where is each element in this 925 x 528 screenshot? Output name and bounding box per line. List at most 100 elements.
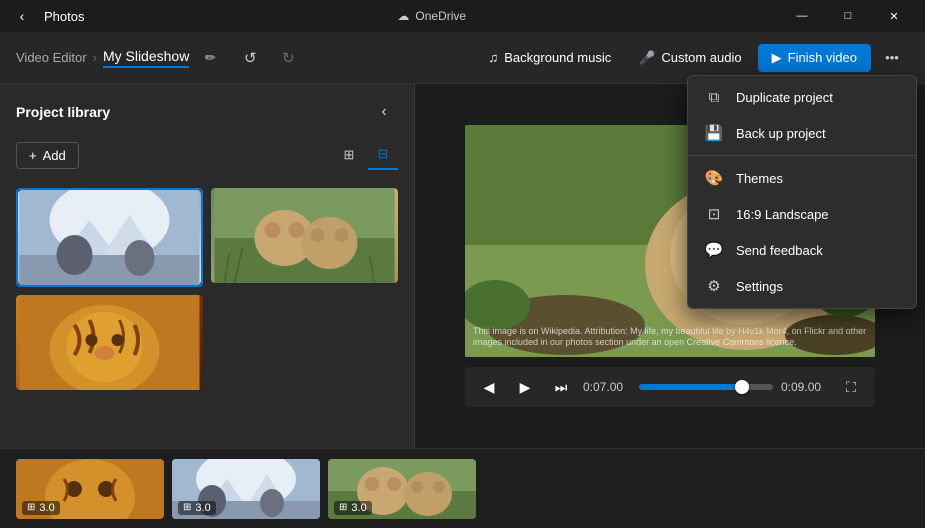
undo-button[interactable]: ↺ (233, 41, 267, 75)
media-thumb-tiger[interactable] (16, 295, 203, 390)
settings-icon: ⚙ (704, 277, 724, 295)
fullscreen-icon: ⛶ (846, 379, 856, 396)
progress-thumb[interactable] (735, 380, 749, 394)
cloud-icon: ☁ (397, 9, 409, 23)
sidebar: Project library ‹ + Add ⊞ ⊟ (0, 84, 415, 448)
undo-icon: ↺ (244, 49, 257, 67)
backup-label: Back up project (736, 126, 826, 141)
themes-icon: 🎨 (704, 169, 724, 187)
tl-cubs-icon: ⊞ (339, 502, 347, 513)
timeline-cubs-label: ⊞ 3.0 (334, 501, 372, 515)
playback-controls: ◀ ▶ ⏭ 0:07.00 0:09.00 ⛶ (465, 367, 875, 407)
finish-icon: ▶ (772, 50, 782, 66)
edit-name-button[interactable]: ✏ (195, 43, 225, 73)
play-icon: ▶ (520, 379, 531, 396)
media-thumb-wolves[interactable] (16, 188, 203, 287)
timeline-wolves-label: ⊞ 3.0 (178, 501, 216, 515)
toolbar-left: Video Editor › My Slideshow ✏ (16, 43, 225, 73)
minimize-button[interactable]: — (779, 0, 825, 32)
media-grid (0, 180, 414, 398)
tl-wolves-duration: 3.0 (195, 502, 210, 514)
wolves-svg (18, 190, 201, 285)
duplicate-icon: ⧉ (704, 89, 724, 106)
title-bar-right: — □ ✕ (779, 0, 917, 32)
themes-label: Themes (736, 171, 783, 186)
tl-tiger-icon: ⊞ (27, 502, 35, 513)
next-frame-icon: ⏭ (555, 379, 568, 396)
timeline-item-tiger[interactable]: ⊞ 3.0 (16, 459, 164, 519)
current-time: 0:07.00 (583, 380, 631, 394)
collapse-sidebar-button[interactable]: ‹ (370, 98, 398, 126)
cubs-thumbnail (211, 188, 398, 283)
dropdown-menu: ⧉ Duplicate project 💾 Back up project 🎨 … (687, 75, 917, 309)
timeline-item-wolves[interactable]: ⊞ 3.0 (172, 459, 320, 519)
view-small-icon: ⊟ (378, 146, 389, 162)
collapse-icon: ‹ (381, 103, 386, 121)
sidebar-title: Project library (16, 104, 110, 120)
pencil-icon: ✏ (205, 50, 216, 66)
breadcrumb-parent[interactable]: Video Editor (16, 50, 87, 65)
more-options-button[interactable]: ••• (875, 41, 909, 75)
view-large-button[interactable]: ⊞ (334, 140, 364, 170)
custom-audio-button[interactable]: 🎤 Custom audio (627, 44, 753, 72)
project-name[interactable]: My Slideshow (103, 48, 189, 68)
tl-tiger-duration: 3.0 (39, 502, 54, 514)
play-button[interactable]: ▶ (511, 373, 539, 401)
custom-audio-label: Custom audio (661, 50, 741, 65)
more-icon: ••• (885, 50, 899, 65)
tl-wolves-icon: ⊞ (183, 502, 191, 513)
wolves-thumbnail (18, 190, 201, 285)
finish-video-label: Finish video (788, 50, 857, 65)
title-bar: ‹ Photos ☁ OneDrive — □ ✕ (0, 0, 925, 32)
redo-button[interactable]: ↻ (271, 41, 305, 75)
progress-fill (639, 384, 742, 390)
add-media-button[interactable]: + Add (16, 142, 79, 169)
menu-item-settings[interactable]: ⚙ Settings (688, 268, 916, 304)
feedback-icon: 💬 (704, 241, 724, 259)
undo-redo-group: ↺ ↻ (233, 41, 305, 75)
maximize-button[interactable]: □ (825, 0, 871, 32)
close-button[interactable]: ✕ (871, 0, 917, 32)
app-title: Photos (44, 9, 84, 24)
timeline-item-cubs[interactable]: ⊞ 3.0 (328, 459, 476, 519)
finish-video-button[interactable]: ▶ Finish video (758, 44, 871, 72)
progress-bar[interactable] (639, 384, 773, 390)
onedrive-label: OneDrive (415, 9, 466, 23)
next-frame-button[interactable]: ⏭ (547, 373, 575, 401)
music-icon: ♫ (489, 50, 499, 65)
landscape-icon: ⊡ (704, 205, 724, 223)
title-bar-left: ‹ Photos (8, 2, 84, 30)
onedrive-indicator: ☁ OneDrive (397, 9, 466, 23)
audio-icon: 🎤 (639, 50, 655, 66)
total-time: 0:09.00 (781, 380, 829, 394)
media-thumb-cubs[interactable] (211, 188, 398, 287)
sidebar-toolbar: + Add ⊞ ⊟ (0, 136, 414, 180)
view-small-button[interactable]: ⊟ (368, 140, 398, 170)
tiger-thumbnail (16, 295, 203, 390)
menu-item-duplicate[interactable]: ⧉ Duplicate project (688, 80, 916, 115)
breadcrumb: Video Editor › (16, 50, 97, 65)
menu-item-themes[interactable]: 🎨 Themes (688, 160, 916, 196)
tl-cubs-duration: 3.0 (351, 502, 366, 514)
tiger-svg (16, 295, 203, 390)
video-caption: This image is on Wikipedia. Attribution:… (473, 326, 867, 349)
rewind-button[interactable]: ◀ (475, 373, 503, 401)
feedback-label: Send feedback (736, 243, 823, 258)
menu-divider (688, 155, 916, 156)
toolbar-actions: ♫ Background music 🎤 Custom audio ▶ Fini… (477, 41, 909, 75)
timeline-tiger-label: ⊞ 3.0 (22, 501, 60, 515)
back-button[interactable]: ‹ (8, 2, 36, 30)
breadcrumb-separator: › (93, 50, 97, 65)
menu-item-feedback[interactable]: 💬 Send feedback (688, 232, 916, 268)
duplicate-label: Duplicate project (736, 90, 833, 105)
redo-icon: ↻ (282, 49, 295, 67)
add-icon: + (29, 148, 37, 163)
rewind-icon: ◀ (484, 379, 495, 396)
background-music-button[interactable]: ♫ Background music (477, 44, 624, 71)
backup-icon: 💾 (704, 124, 724, 142)
fullscreen-button[interactable]: ⛶ (837, 373, 865, 401)
timeline-strip: ⊞ 3.0 ⊞ 3.0 (0, 448, 925, 528)
menu-item-backup[interactable]: 💾 Back up project (688, 115, 916, 151)
menu-item-landscape[interactable]: ⊡ 16:9 Landscape (688, 196, 916, 232)
add-label: Add (43, 148, 66, 163)
